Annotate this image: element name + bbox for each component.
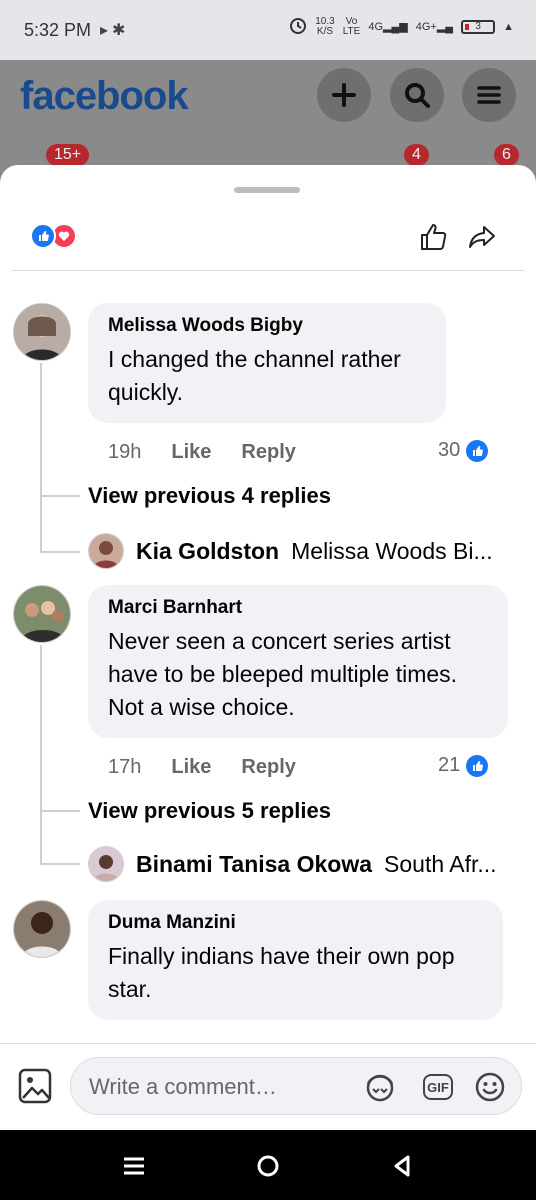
thread-branch [40,863,80,865]
comment-composer: GIF [0,1043,536,1131]
comment-author[interactable]: Marci Barnhart [108,597,488,619]
like-reaction-icon [30,223,56,249]
back-icon[interactable] [388,1152,416,1180]
like-count[interactable]: 30 [438,439,489,462]
comment-author[interactable]: Melissa Woods Bigby [108,315,426,337]
comment-meta: 17h Like Reply [108,756,296,779]
hamburger-icon [477,86,501,104]
thread-branch [40,495,80,497]
media-icon: ▸ [100,22,113,39]
menu-button[interactable] [462,68,516,122]
avatar[interactable] [88,533,124,569]
avatar[interactable] [13,900,71,958]
search-icon [405,83,430,108]
comment-time: 17h [108,756,142,778]
thread-branch [40,551,80,553]
like-button[interactable]: Like [171,756,211,779]
comment-input-container[interactable]: GIF [70,1057,522,1115]
battery-icon: 3 [461,19,496,34]
recent-apps-icon[interactable] [120,1152,148,1180]
facebook-logo: facebook [20,74,189,118]
gif-icon: GIF [423,1074,453,1100]
plus-icon [332,83,356,107]
person-avatar-icon [89,534,123,568]
messages-badge: 6 [494,144,519,166]
comment-bubble[interactable]: Duma Manzini Finally indians have their … [88,900,503,1020]
lte-signal: 4G▂▄▆ [368,21,408,33]
comment-meta: 19h Like Reply [108,441,296,464]
comment-bubble[interactable]: Marci Barnhart Never seen a concert seri… [88,585,508,738]
thread-branch [40,810,80,812]
photo-icon[interactable] [18,1066,52,1106]
avatar[interactable] [13,585,71,643]
search-button[interactable] [390,68,444,122]
android-icon: ✱ [112,22,130,39]
like-reaction-icon [466,439,489,462]
divider [12,270,524,271]
reply-author: Kia Goldston [136,537,280,564]
home-badge: 15+ [46,144,90,166]
reply-button[interactable]: Reply [241,756,295,779]
share-icon[interactable] [466,221,498,253]
alarm-icon [289,16,307,37]
thread-line [40,645,42,863]
person-avatar-icon [14,901,70,957]
status-right-icons: 10.3 K/S Vo LTE 4G▂▄▆ 4G+▂▄ 3 ▲ [289,16,514,37]
reply-preview[interactable]: Binami Tanisa Okowa South Afr... [88,846,497,882]
home-icon[interactable] [254,1152,282,1180]
signal-bars-icon: ▂▄▆ [383,21,408,33]
reply-text: South Afr... [384,850,497,877]
view-previous-replies[interactable]: View previous 5 replies [88,798,331,824]
notification-icons: ▸✱ [100,20,129,40]
volte-indicator: Vo LTE [342,15,361,37]
reply-button[interactable]: Reply [241,441,295,464]
post-actions [418,221,498,253]
status-bar: 5:32 PM ▸✱ 10.3 K/S Vo LTE 4G▂▄▆ 4G+▂▄ 3… [0,0,536,60]
person-avatar-icon [89,847,123,881]
comment-text: Finally indians have their own pop star. [108,943,455,1002]
group-photo-avatar-icon [14,586,70,642]
gif-button[interactable]: GIF [421,1070,455,1104]
like-reaction-icon [466,754,489,777]
avatar[interactable] [88,846,124,882]
reply-author: Binami Tanisa Okowa [136,850,373,877]
comment-time: 19h [108,441,142,463]
signal-bars-icon-2: ▂▄ [436,21,454,33]
notifications-badge: 4 [404,144,429,166]
net-speed: 10.3 K/S [315,15,335,37]
avatar[interactable] [13,303,71,361]
drag-handle[interactable] [234,187,300,193]
comment-bubble[interactable]: Melissa Woods Bigby I changed the channe… [88,303,446,423]
thumbs-up-icon[interactable] [418,221,450,253]
emoji-icon[interactable] [473,1070,507,1104]
comment-input[interactable] [87,1070,351,1104]
reaction-summary[interactable] [30,223,77,249]
thread-line [40,363,42,551]
comments-sheet: Melissa Woods Bigby I changed the channe… [0,165,536,1130]
like-count[interactable]: 21 [438,754,489,777]
comment-author[interactable]: Duma Manzini [108,912,483,934]
person-avatar-icon [14,304,70,360]
reply-preview[interactable]: Kia Goldston Melissa Woods Bi... [88,533,493,569]
create-button[interactable] [317,68,371,122]
system-navigation-bar [0,1130,536,1200]
4g-signal: 4G+▂▄ [415,21,454,33]
like-button[interactable]: Like [171,441,211,464]
reply-text: Melissa Woods Bi... [291,537,493,564]
status-time: 5:32 PM [24,20,92,40]
view-previous-replies[interactable]: View previous 4 replies [88,483,331,509]
comment-text: Never seen a concert series artist have … [108,628,458,720]
comment-text: I changed the channel rather quickly. [108,346,401,405]
avatar-sticker-icon[interactable] [363,1070,397,1104]
warning-icon: ▲ [503,20,514,33]
